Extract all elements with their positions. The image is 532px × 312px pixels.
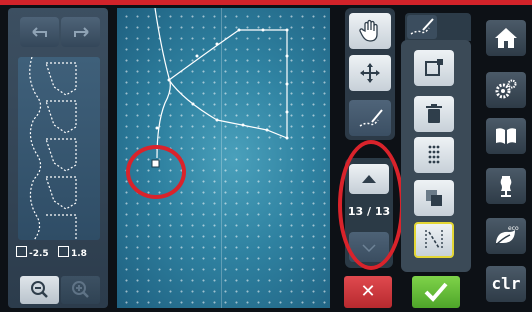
highlight-ring-scroll [338, 140, 404, 270]
delete-button[interactable] [414, 96, 454, 132]
width-icon [16, 246, 27, 257]
zoom-out-button[interactable] [20, 276, 59, 304]
zoom-in-button[interactable] [61, 276, 100, 304]
dressform-button[interactable] [486, 168, 526, 204]
hand-icon [359, 19, 378, 42]
height-icon [58, 246, 69, 257]
ok-button[interactable] [412, 276, 460, 308]
settings-icon [495, 79, 517, 99]
stitch-path [154, 8, 171, 159]
clear-button[interactable]: clr [486, 266, 526, 302]
stitch-points-icon [428, 145, 440, 164]
highlight-ring-cursor [126, 145, 186, 199]
top-accent-bar [0, 0, 532, 5]
coord-y-readout: 1.8 [58, 246, 87, 260]
zoom-in-icon [72, 281, 89, 298]
zoom-out-icon [31, 281, 48, 298]
coord-x-value: -2.5 [29, 249, 49, 259]
insert-point-button[interactable] [414, 50, 454, 86]
home-button[interactable] [486, 20, 526, 56]
move-icon [360, 63, 380, 83]
stitch-line-button[interactable] [414, 222, 454, 258]
cancel-button[interactable]: ✕ [344, 276, 392, 308]
eco-label: eco [508, 225, 519, 232]
undo-icon [32, 27, 47, 37]
stitch-preview-pattern [29, 56, 77, 241]
duplicate-icon [426, 190, 442, 206]
stitch-points-button[interactable] [414, 137, 454, 173]
coord-x-readout: -2.5 [16, 246, 49, 260]
stitch-line-icon [425, 230, 443, 250]
redo-button[interactable] [61, 17, 100, 47]
book-icon [496, 128, 516, 144]
redo-icon [74, 27, 89, 37]
stitch-outline [168, 29, 288, 139]
insert-point-icon [425, 59, 443, 76]
duplicate-button[interactable] [414, 180, 454, 216]
trash-icon [426, 104, 442, 123]
stitch-edit-icon [359, 109, 383, 127]
dressform-icon [500, 176, 512, 197]
stitch-edit-tool-button[interactable] [349, 100, 391, 136]
eco-icon: eco [495, 225, 519, 246]
eco-button[interactable]: eco [486, 218, 526, 254]
stitch-preview-strip[interactable] [18, 56, 100, 241]
home-icon [495, 28, 517, 48]
settings-button[interactable] [486, 72, 526, 108]
hand-tool-button[interactable] [349, 13, 391, 49]
coord-y-value: 1.8 [71, 249, 87, 259]
stitch-edit-icon [410, 18, 434, 35]
move-tool-button[interactable] [349, 55, 391, 91]
function-tab-icon-box [407, 15, 437, 39]
undo-button[interactable] [20, 17, 59, 47]
checkmark-icon [424, 282, 448, 302]
guide-button[interactable] [486, 118, 526, 154]
